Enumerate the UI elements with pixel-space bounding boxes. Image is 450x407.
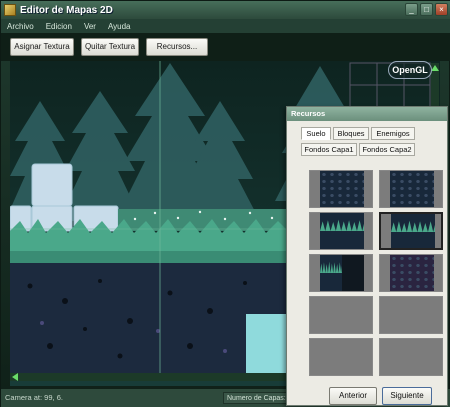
previous-button[interactable]: Anterior: [329, 387, 377, 405]
next-button[interactable]: Siguiente: [382, 387, 432, 405]
resources-panel-title[interactable]: Recursos: [287, 107, 447, 121]
dark-texture: [342, 255, 364, 291]
texture-grid: [309, 170, 443, 376]
title-bar[interactable]: Editor de Mapas 2D _ □ ×: [1, 1, 450, 19]
grass-edge-texture: [320, 255, 342, 291]
texture-tile[interactable]: [309, 170, 373, 208]
texture-tile-empty[interactable]: [379, 296, 443, 334]
texture-tile[interactable]: [309, 254, 373, 292]
tab-enemigos[interactable]: Enemigos: [371, 127, 415, 140]
tab-fondos-capa2[interactable]: Fondos Capa2: [359, 143, 415, 156]
texture-tile-empty[interactable]: [309, 296, 373, 334]
maximize-button[interactable]: □: [420, 3, 433, 16]
toolbar: Asignar Textura Quitar Textura Recursos.…: [1, 33, 450, 61]
menu-edicion[interactable]: Edicion: [46, 22, 72, 31]
menu-bar: Archivo Edicion Ver Ayuda: [1, 19, 450, 33]
texture-tile[interactable]: [309, 212, 373, 250]
layer-count-status: Numero de Capas: 5: [223, 392, 293, 404]
opengl-logo: OpenGL: [388, 61, 432, 79]
texture-tile-empty[interactable]: [309, 338, 373, 376]
camera-status: Camera at: 99, 6.: [5, 393, 63, 402]
remove-texture-button[interactable]: Quitar Textura: [81, 38, 139, 56]
texture-tile-empty[interactable]: [379, 338, 443, 376]
menu-ayuda[interactable]: Ayuda: [108, 22, 131, 31]
app-icon: [4, 4, 16, 16]
tab-bloques[interactable]: Bloques: [333, 127, 369, 140]
texture-tile[interactable]: [379, 170, 443, 208]
texture-tile[interactable]: [379, 254, 443, 292]
tab-suelo[interactable]: Suelo: [301, 127, 331, 140]
window-title: Editor de Mapas 2D: [20, 4, 113, 16]
texture-tile-selected[interactable]: [379, 212, 443, 250]
resources-button[interactable]: Recursos...: [146, 38, 208, 56]
purple-ground-texture: [390, 255, 434, 291]
menu-ver[interactable]: Ver: [84, 22, 96, 31]
close-button[interactable]: ×: [435, 3, 448, 16]
minimize-button[interactable]: _: [405, 3, 418, 16]
ground-texture: [390, 171, 434, 207]
window-controls: _ □ ×: [405, 3, 448, 16]
tab-fondos-capa1[interactable]: Fondos Capa1: [301, 143, 357, 156]
grass-texture: [320, 213, 364, 249]
assign-texture-button[interactable]: Asignar Textura: [10, 38, 74, 56]
menu-archivo[interactable]: Archivo: [7, 22, 34, 31]
resources-panel: Recursos Suelo Bloques Enemigos Fondos C…: [286, 106, 448, 406]
grass-texture: [391, 214, 435, 248]
ground-texture: [320, 171, 364, 207]
